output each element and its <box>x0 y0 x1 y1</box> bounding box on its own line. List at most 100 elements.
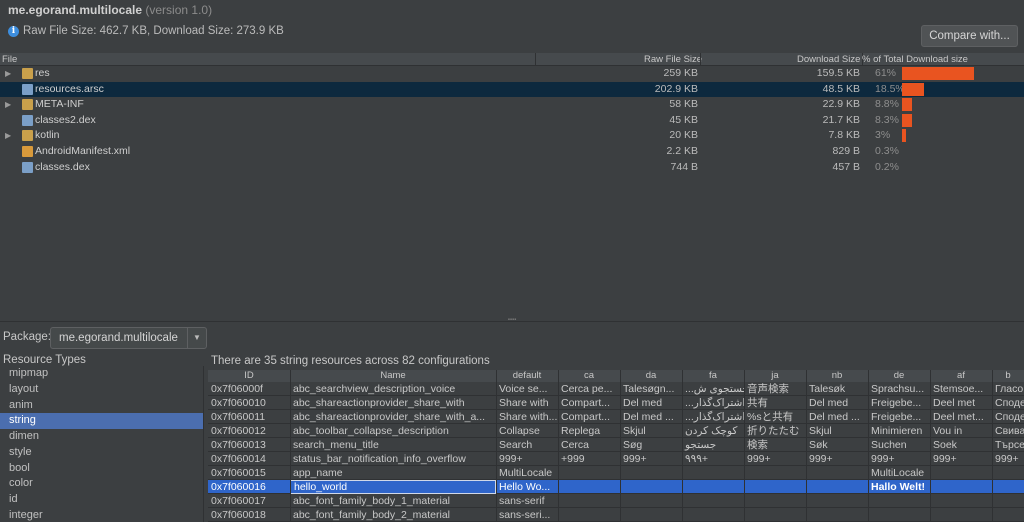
string-cell[interactable] <box>992 508 1024 522</box>
string-cell[interactable]: 0x7f060014 <box>208 452 290 466</box>
string-cell[interactable] <box>992 480 1024 494</box>
string-cell[interactable]: Share with... <box>496 410 558 424</box>
string-table-row[interactable]: 0x7f060017 abc_font_family_body_1_materia… <box>208 494 1024 508</box>
resource-type-item[interactable]: string <box>0 413 203 429</box>
string-cell[interactable]: 0x7f060011 <box>208 410 290 424</box>
string-cell[interactable]: search_menu_title <box>290 438 496 452</box>
string-cell[interactable]: Deel met <box>930 396 992 410</box>
file-row[interactable]: ▶ kotlin 20 KB 7.8 KB 3% <box>0 128 1024 143</box>
resource-type-item[interactable]: bool <box>0 461 203 477</box>
string-column-header[interactable]: default <box>496 370 558 382</box>
string-cell[interactable]: 0x7f060017 <box>208 494 290 508</box>
string-cell[interactable]: Hallo Welt! <box>868 480 930 494</box>
string-cell[interactable] <box>620 480 682 494</box>
string-cell[interactable]: Гласо <box>992 382 1024 396</box>
string-cell[interactable]: 0x7f060013 <box>208 438 290 452</box>
string-table-row[interactable]: 0x7f060015 app_name MultiLocale MultiLocale <box>208 466 1024 480</box>
string-cell[interactable]: Skjul <box>620 424 682 438</box>
string-column-header[interactable]: fa <box>682 370 744 382</box>
string-column-header[interactable]: b <box>992 370 1024 382</box>
string-column-header[interactable]: de <box>868 370 930 382</box>
resource-type-item[interactable]: layout <box>0 382 203 398</box>
string-cell[interactable]: 共有 <box>744 396 806 410</box>
string-cell[interactable]: abc_font_family_body_1_material <box>290 494 496 508</box>
string-table-row[interactable]: 0x7f060014 status_bar_notification_info_o… <box>208 452 1024 466</box>
string-cell[interactable] <box>992 466 1024 480</box>
string-cell[interactable]: Søg <box>620 438 682 452</box>
string-cell[interactable] <box>682 480 744 494</box>
string-cell[interactable]: Compart... <box>558 410 620 424</box>
string-cell[interactable] <box>682 508 744 522</box>
file-row[interactable]: resources.arsc 202.9 KB 48.5 KB 18.5% <box>0 81 1024 97</box>
resource-type-item[interactable]: color <box>0 476 203 492</box>
string-cell[interactable]: کوچک کردن <box>682 424 744 438</box>
column-raw-size[interactable]: Raw File Size <box>644 53 702 66</box>
string-cell[interactable]: 0x7f060015 <box>208 466 290 480</box>
string-cell[interactable]: Compart... <box>558 396 620 410</box>
string-cell[interactable]: Freigebe... <box>868 410 930 424</box>
string-cell[interactable] <box>868 508 930 522</box>
string-cell[interactable]: Del med <box>806 396 868 410</box>
string-cell[interactable] <box>992 494 1024 508</box>
file-row[interactable]: AndroidManifest.xml 2.2 KB 829 B 0.3% <box>0 144 1024 159</box>
string-cell[interactable] <box>558 494 620 508</box>
string-cell[interactable]: 検索 <box>744 438 806 452</box>
string-cell[interactable]: 0x7f060016 <box>208 480 290 494</box>
string-cell[interactable]: +999 <box>558 452 620 466</box>
string-column-header[interactable]: af <box>930 370 992 382</box>
string-cell[interactable]: 0x7f06000f <box>208 382 290 396</box>
string-cell[interactable] <box>682 466 744 480</box>
string-cell[interactable] <box>620 466 682 480</box>
string-cell[interactable]: sans-seri... <box>496 508 558 522</box>
string-cell[interactable]: Del med ... <box>806 410 868 424</box>
expand-arrow-icon[interactable]: ▶ <box>5 66 11 81</box>
string-cell[interactable]: status_bar_notification_info_overflow <box>290 452 496 466</box>
string-cell[interactable]: abc_searchview_description_voice <box>290 382 496 396</box>
string-cell[interactable]: Sprachsu... <box>868 382 930 396</box>
string-cell[interactable]: abc_shareactionprovider_share_with_a... <box>290 410 496 424</box>
string-cell[interactable] <box>806 508 868 522</box>
string-cell[interactable]: Minimieren <box>868 424 930 438</box>
string-column-header[interactable]: ca <box>558 370 620 382</box>
string-cell[interactable]: ۹۹۹+ <box>682 452 744 466</box>
string-cell[interactable]: 999+ <box>496 452 558 466</box>
string-cell[interactable]: Hello Wo... <box>496 480 558 494</box>
file-row[interactable]: ▶ res 259 KB 159.5 KB 61% <box>0 66 1024 81</box>
string-cell[interactable]: 999+ <box>868 452 930 466</box>
string-cell[interactable]: Collapse <box>496 424 558 438</box>
string-cell[interactable]: Stemsoe... <box>930 382 992 396</box>
compare-with-button[interactable]: Compare with... <box>921 25 1018 47</box>
string-column-header[interactable]: da <box>620 370 682 382</box>
resource-type-item[interactable]: mipmap <box>0 366 203 382</box>
string-cell[interactable]: Share with <box>496 396 558 410</box>
string-cell[interactable]: Del med ... <box>620 410 682 424</box>
expand-arrow-icon[interactable]: ▶ <box>5 97 11 112</box>
string-cell[interactable] <box>682 494 744 508</box>
string-cell[interactable]: 折りたたむ <box>744 424 806 438</box>
string-cell[interactable]: Vou in <box>930 424 992 438</box>
column-percent[interactable]: % of Total Download size <box>862 53 968 66</box>
string-cell[interactable]: Talesøgn... <box>620 382 682 396</box>
string-cell[interactable]: sans-serif <box>496 494 558 508</box>
string-cell[interactable] <box>558 480 620 494</box>
package-select[interactable]: me.egorand.multilocale ▼ <box>50 327 207 349</box>
string-cell[interactable]: 999+ <box>744 452 806 466</box>
string-cell[interactable]: Търсе <box>992 438 1024 452</box>
string-cell[interactable] <box>744 494 806 508</box>
column-separator[interactable] <box>700 53 701 66</box>
string-cell[interactable]: MultiLocale <box>868 466 930 480</box>
chevron-down-icon[interactable]: ▼ <box>187 328 206 348</box>
file-row[interactable]: ▶ META-INF 58 KB 22.9 KB 8.8% <box>0 97 1024 112</box>
string-cell[interactable] <box>868 494 930 508</box>
column-separator[interactable] <box>535 53 536 66</box>
string-cell[interactable]: ...اشتراک‌گذار <box>682 396 744 410</box>
string-table-row[interactable]: 0x7f060013 search_menu_title Search Cerca Sø… <box>208 438 1024 452</box>
string-cell[interactable]: Replega <box>558 424 620 438</box>
string-cell[interactable]: abc_shareactionprovider_share_with <box>290 396 496 410</box>
string-cell[interactable]: 999+ <box>992 452 1024 466</box>
string-cell[interactable]: Cerca pe... <box>558 382 620 396</box>
string-cell[interactable]: Voice se... <box>496 382 558 396</box>
string-cell[interactable]: 0x7f060012 <box>208 424 290 438</box>
string-cell[interactable]: Freigebe... <box>868 396 930 410</box>
string-cell[interactable]: Свива <box>992 424 1024 438</box>
